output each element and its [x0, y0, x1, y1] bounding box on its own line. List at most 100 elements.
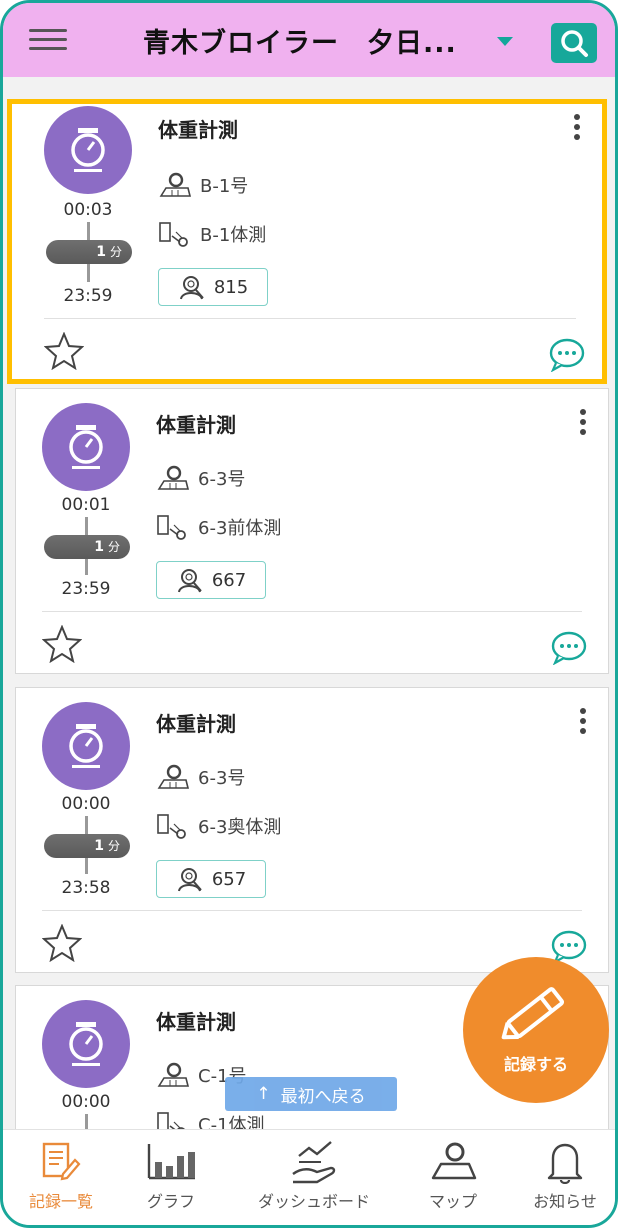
search-icon: [561, 30, 588, 57]
end-time: 23:58: [61, 878, 111, 898]
nav-graph[interactable]: グラフ: [121, 1130, 221, 1225]
sample-count: 815: [213, 276, 249, 298]
location-pin-icon: [159, 172, 192, 197]
nav-label: マップ: [428, 1192, 477, 1211]
scale-icon: [42, 1000, 130, 1088]
card-title: 体重計測: [158, 118, 238, 142]
duration-unit: 分: [107, 540, 120, 554]
scale-icon: [44, 106, 132, 194]
nav-record-list[interactable]: 記録一覧: [11, 1130, 111, 1225]
sample-count: 657: [211, 868, 247, 890]
device-label: 6-3奥体測: [198, 817, 282, 838]
location-label: B-1号: [200, 176, 249, 197]
record-card[interactable]: 00:00 1分 23:58 体重計測 6-3号 6-3奥体測 657: [15, 687, 609, 973]
nav-label: お知らせ: [533, 1192, 597, 1211]
nav-label: グラフ: [146, 1192, 195, 1211]
device-label: C-1体測: [198, 1115, 265, 1129]
dashboard-hand-icon: [292, 1141, 336, 1184]
duration-unit: 分: [109, 245, 122, 259]
scale-icon: [42, 702, 130, 790]
nav-label: 記録一覧: [28, 1192, 93, 1211]
duration-badge: 1分: [46, 240, 132, 264]
nav-dashboard[interactable]: ダッシュボード: [239, 1130, 389, 1225]
device-row: C-1体測: [156, 1110, 265, 1129]
comment-icon[interactable]: [548, 336, 586, 372]
bell-icon: [547, 1143, 583, 1184]
more-options-icon[interactable]: [578, 409, 588, 439]
card-title: 体重計測: [156, 413, 236, 437]
duration-badge: 1分: [44, 834, 130, 858]
record-fab-button[interactable]: 記録する: [463, 957, 609, 1103]
location-row: B-1号: [158, 172, 248, 198]
sample-count: 667: [211, 569, 247, 591]
app-frame: 青木ブロイラー 夕日... 00:03 1 分 23:59 体重計測 B-1号 …: [0, 0, 618, 1228]
pencil-icon: [501, 987, 565, 1040]
location-pin-icon: [157, 465, 190, 490]
more-options-icon[interactable]: [572, 114, 582, 144]
sample-count-box: 657: [156, 860, 266, 898]
duration-unit: 分: [107, 839, 120, 853]
sample-search-icon: [179, 276, 204, 300]
nav-notifications[interactable]: お知らせ: [517, 1130, 613, 1225]
duration-badge: 1分: [44, 535, 130, 559]
location-label: 6-3号: [198, 469, 246, 490]
start-time: 00:00: [61, 1092, 111, 1112]
device-label: B-1体測: [200, 225, 267, 246]
bar-chart-icon: [147, 1144, 195, 1180]
app-header: 青木ブロイラー 夕日...: [3, 3, 615, 77]
device-sensor-icon: [159, 222, 188, 247]
start-time: 00:03: [63, 200, 113, 220]
device-sensor-icon: [157, 814, 186, 839]
star-icon[interactable]: [42, 924, 82, 962]
sample-search-icon: [177, 868, 202, 892]
device-label: 6-3前体測: [198, 518, 282, 539]
farm-selector-title[interactable]: 青木ブロイラー 夕日...: [143, 21, 457, 60]
scale-icon: [42, 403, 130, 491]
start-time: 00:01: [61, 495, 111, 515]
comment-icon[interactable]: [550, 928, 588, 964]
record-fab-label: 記録する: [503, 1055, 568, 1074]
duration-value: 1: [94, 539, 104, 555]
record-list-icon: [42, 1142, 81, 1181]
sample-search-icon: [177, 569, 202, 593]
device-row: 6-3奥体測: [156, 812, 281, 840]
more-options-icon[interactable]: [578, 708, 588, 738]
record-card[interactable]: 00:03 1分 23:59 体重計測 B-1号 B-1体測 815: [7, 99, 607, 384]
card-title: 体重計測: [156, 712, 236, 736]
card-title: 体重計測: [156, 1010, 236, 1034]
card-divider: [44, 318, 576, 319]
sample-count-box: 815: [158, 268, 268, 306]
location-row: 6-3号: [156, 465, 245, 491]
back-to-top-label: 最初へ戻る: [280, 1086, 366, 1107]
location-pin-icon: [157, 764, 190, 789]
bottom-navigation: 記録一覧 グラフ ダッシュボード マップ お知らせ: [3, 1129, 615, 1225]
location-pin-icon: [157, 1062, 190, 1087]
end-time: 23:59: [61, 579, 111, 599]
arrow-up-icon: ↑: [256, 1084, 271, 1104]
device-sensor-icon: [157, 515, 186, 540]
nav-map[interactable]: マップ: [403, 1130, 503, 1225]
device-row: 6-3前体測: [156, 513, 281, 541]
sample-count-box: 667: [156, 561, 266, 599]
nav-label: ダッシュボード: [257, 1192, 370, 1211]
back-to-top-button[interactable]: ↑ 最初へ戻る: [225, 1077, 397, 1111]
timeline-line: [85, 1114, 88, 1129]
star-icon[interactable]: [44, 332, 84, 370]
record-card[interactable]: 00:01 1分 23:59 体重計測 6-3号 6-3前体測 667: [15, 388, 609, 674]
comment-icon[interactable]: [550, 629, 588, 665]
device-row: B-1体測: [158, 220, 266, 248]
star-icon[interactable]: [42, 625, 82, 663]
hamburger-menu-icon[interactable]: [29, 29, 67, 53]
location-row: 6-3号: [156, 764, 245, 790]
start-time: 00:00: [61, 794, 111, 814]
card-divider: [42, 910, 582, 911]
end-time: 23:59: [63, 286, 113, 306]
duration-value: 1: [94, 838, 104, 854]
location-label: 6-3号: [198, 768, 246, 789]
card-divider: [42, 611, 582, 612]
duration-value: 1: [96, 244, 106, 260]
device-sensor-icon: [157, 1112, 185, 1129]
caret-down-icon[interactable]: [497, 37, 513, 46]
search-button[interactable]: [551, 23, 597, 63]
map-pin-icon: [431, 1142, 477, 1180]
